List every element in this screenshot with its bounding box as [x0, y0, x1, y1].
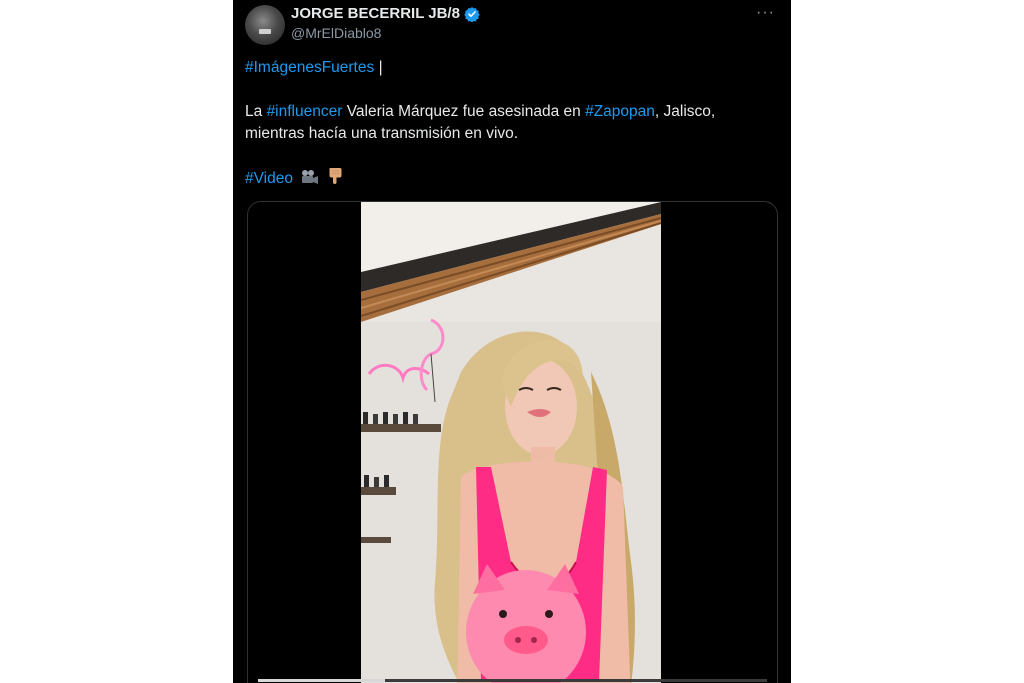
- tweet-line-2: La #influencer Valeria Márquez fue asesi…: [245, 101, 715, 123]
- verified-badge-icon: [464, 6, 480, 22]
- pointing-down-icon: [329, 168, 342, 184]
- author-handle[interactable]: @MrElDiablo8: [291, 25, 381, 41]
- tweet-line-4: #Video: [245, 167, 342, 190]
- hashtag-influencer[interactable]: #influencer: [267, 103, 343, 120]
- text-middle: Valeria Márquez fue asesinada en: [342, 103, 586, 120]
- author-display-name[interactable]: JORGE BECERRIL JB/8: [291, 5, 460, 22]
- tweet-line-3: mientras hacía una transmisión en vivo.: [245, 125, 519, 142]
- video-frame[interactable]: [361, 202, 661, 683]
- movie-camera-icon: [302, 170, 319, 184]
- tweet-line-1: #ImágenesFuertes |: [245, 57, 383, 79]
- video-thumbnail-image: [361, 202, 661, 683]
- tweet-card: JORGE BECERRIL JB/8 @MrElDiablo8 ··· #Im…: [233, 0, 791, 683]
- text-cursor-mark: |: [378, 59, 383, 76]
- hashtag-imagenesfuertes[interactable]: #ImágenesFuertes: [245, 59, 374, 76]
- more-options-button[interactable]: ···: [756, 4, 775, 22]
- video-progress-bar[interactable]: [258, 679, 767, 682]
- avatar[interactable]: [245, 5, 285, 45]
- text-prefix: La: [245, 103, 267, 120]
- hashtag-zapopan[interactable]: #Zapopan: [585, 103, 655, 120]
- author-name-row[interactable]: JORGE BECERRIL JB/8: [291, 5, 480, 22]
- hashtag-video[interactable]: #Video: [245, 170, 293, 187]
- avatar-badge: [259, 29, 271, 34]
- video-player[interactable]: [247, 201, 778, 683]
- text-suffix: , Jalisco,: [654, 103, 716, 120]
- video-progress-fill: [258, 679, 386, 682]
